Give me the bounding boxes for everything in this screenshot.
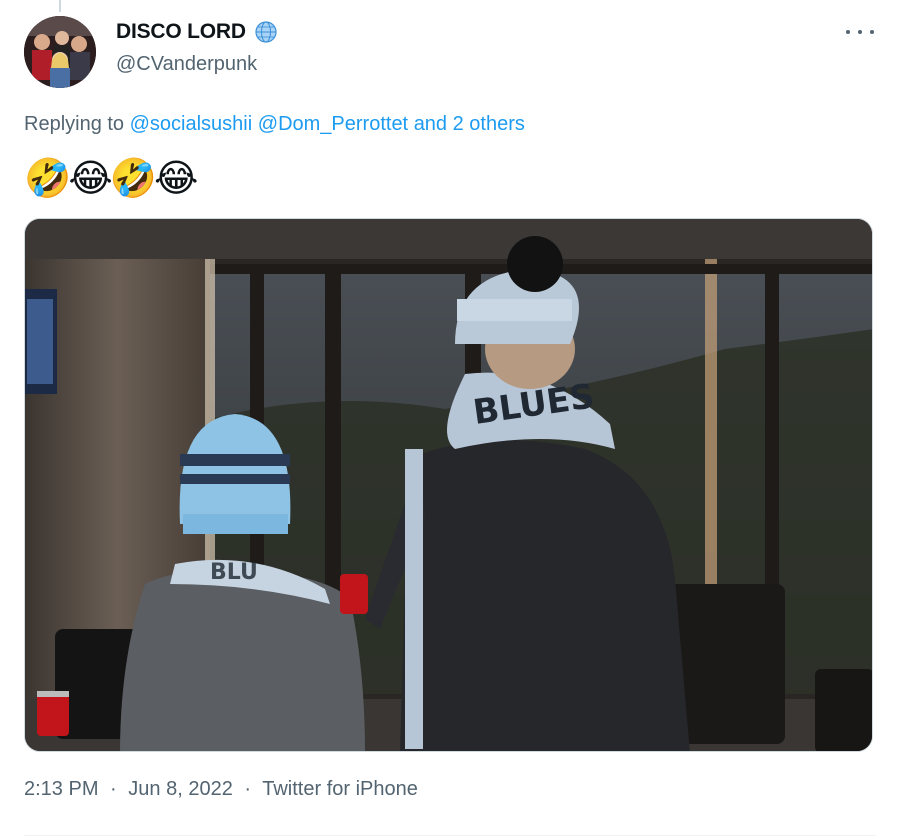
separator: · [244,778,252,800]
user-handle[interactable]: @CVanderpunk [116,53,257,76]
reply-prefix: Replying to [24,113,125,135]
globe-icon [255,21,277,43]
tweet-photo[interactable]: BLUES BLU [24,218,873,752]
tweet-meta: 2:13 PM · Jun 8, 2022 · Twitter for iPho… [24,778,418,801]
tweet-source[interactable]: Twitter for iPhone [262,778,418,800]
separator: · [110,778,117,800]
tweet-text: 🤣😂🤣😂 [24,156,198,200]
thread-connector [59,0,61,12]
more-options-icon[interactable] [846,22,874,42]
tweet-date[interactable]: Jun 8, 2022 [128,778,233,800]
svg-text:BLU: BLU [210,560,258,585]
mention-link[interactable]: @Dom_Perrottet [258,113,408,135]
mention-link[interactable]: @socialsushii [130,113,253,135]
avatar[interactable] [24,16,96,88]
display-name[interactable]: DISCO LORD [116,20,246,44]
tweet-time[interactable]: 2:13 PM [24,778,98,800]
replying-to: Replying to @socialsushii @Dom_Perrottet… [24,113,525,136]
reply-others-link[interactable]: and 2 others [414,113,525,135]
